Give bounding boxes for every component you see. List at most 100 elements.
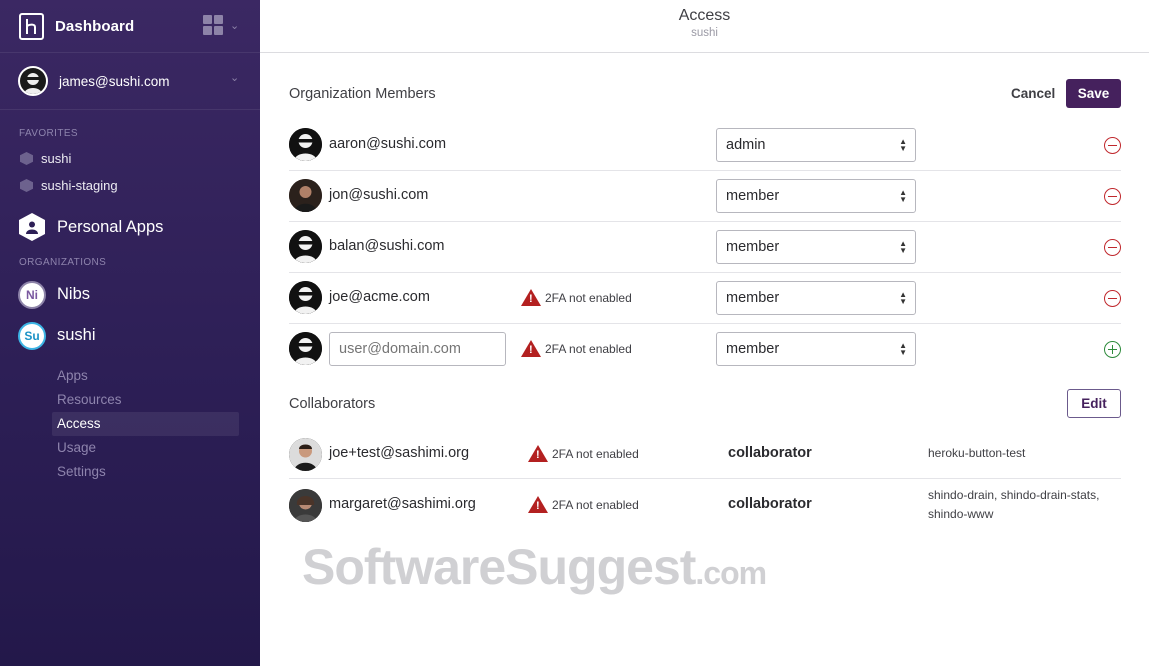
role-select[interactable]: member ▲ ▼ [716, 281, 916, 315]
collaborator-apps: shindo-drain, shindo-drain-stats, shindo… [928, 488, 1100, 521]
role-value: member [726, 290, 780, 306]
page-header: Access sushi [260, 0, 1149, 53]
2fa-warning: ! 2FA not enabled [528, 445, 639, 462]
warning-text: 2FA not enabled [545, 341, 632, 356]
collaborator-email: margaret@sashimi.org [329, 496, 476, 512]
avatar [289, 332, 322, 365]
avatar [289, 179, 322, 212]
2fa-warning: ! 2FA not enabled [521, 340, 632, 357]
sidebar-header: Dashboard ⌄ [0, 0, 260, 53]
chevron-down-icon[interactable]: ⌄ [230, 71, 239, 84]
account-email: james@sushi.com [59, 73, 170, 89]
favorite-item-sushi[interactable]: sushi [0, 145, 260, 172]
avatar [289, 230, 322, 263]
collaborator-row: margaret@sashimi.org ! 2FA not enabled co… [289, 479, 1121, 539]
warning-text: 2FA not enabled [545, 290, 632, 305]
collaborator-role: collaborator [728, 496, 812, 512]
remove-member-icon[interactable] [1104, 137, 1121, 154]
2fa-warning: ! 2FA not enabled [528, 496, 639, 513]
role-select[interactable]: member ▲ ▼ [716, 179, 916, 213]
remove-member-icon[interactable] [1104, 290, 1121, 307]
select-arrows-icon: ▲ ▼ [899, 341, 907, 357]
collaborator-row: joe+test@sashimi.org ! 2FA not enabled co… [289, 428, 1121, 479]
chevron-down-icon[interactable]: ⌄ [230, 19, 239, 32]
favorite-label: sushi [41, 151, 72, 166]
dashboard-title[interactable]: Dashboard [55, 18, 134, 35]
select-arrows-icon: ▲ ▼ [899, 188, 907, 204]
select-arrows-icon: ▲ ▼ [899, 290, 907, 306]
cancel-button[interactable]: Cancel [1011, 86, 1055, 101]
page-title: Access [678, 7, 731, 24]
add-member-icon[interactable] [1104, 341, 1121, 358]
account-switcher[interactable]: james@sushi.com ⌄ [0, 53, 260, 110]
heroku-logo-icon[interactable] [19, 12, 44, 40]
warning-icon: ! [528, 496, 548, 513]
subnav-resources[interactable]: Resources [0, 388, 260, 412]
select-arrows-icon: ▲ ▼ [899, 137, 907, 153]
person-icon [19, 213, 45, 241]
org-badge: Su [18, 321, 46, 350]
member-email: aaron@sushi.com [329, 136, 447, 152]
collaborator-role: collaborator [728, 445, 812, 461]
role-select[interactable]: member ▲ ▼ [716, 230, 916, 264]
org-item-sushi[interactable]: Su sushi [0, 315, 260, 356]
avatar [289, 281, 322, 314]
warning-icon: ! [521, 340, 541, 357]
edit-button[interactable]: Edit [1067, 389, 1121, 418]
avatar [289, 438, 322, 471]
org-badge: Ni [18, 280, 46, 309]
warning-text: 2FA not enabled [552, 446, 639, 461]
member-row: balan@sushi.com member ▲ ▼ [289, 222, 1121, 273]
member-row: aaron@sushi.com admin ▲ ▼ [289, 120, 1121, 171]
app-hex-icon [20, 179, 33, 192]
collaborator-email: joe+test@sashimi.org [329, 445, 470, 461]
collaborator-apps: heroku-button-test [928, 446, 1026, 460]
avatar [18, 66, 48, 96]
subnav-usage[interactable]: Usage [0, 436, 260, 460]
role-value: member [726, 341, 780, 357]
watermark-main: SoftwareSuggest [302, 539, 696, 595]
avatar [289, 128, 322, 161]
remove-member-icon[interactable] [1104, 188, 1121, 205]
org-item-nibs[interactable]: Ni Nibs [0, 274, 260, 315]
personal-apps-link[interactable]: Personal Apps [0, 207, 260, 247]
subnav-settings[interactable]: Settings [0, 460, 260, 484]
member-email: jon@sushi.com [329, 187, 429, 203]
subnav-access[interactable]: Access [52, 412, 239, 436]
role-value: member [726, 239, 780, 255]
favorites-label: FAVORITES [19, 128, 78, 139]
role-select[interactable]: admin ▲ ▼ [716, 128, 916, 162]
save-button[interactable]: Save [1066, 79, 1121, 108]
role-select[interactable]: member ▲ ▼ [716, 332, 916, 366]
sidebar: Dashboard ⌄ james@sushi.com ⌄ FAVORITES … [0, 0, 260, 666]
favorite-item-sushi-staging[interactable]: sushi-staging [0, 172, 260, 199]
role-value: admin [726, 137, 766, 153]
member-row: jon@sushi.com member ▲ ▼ [289, 171, 1121, 222]
apps-grid-icon[interactable] [203, 15, 223, 35]
select-arrows-icon: ▲ ▼ [899, 239, 907, 255]
member-email: balan@sushi.com [329, 238, 445, 254]
org-name: Nibs [57, 285, 91, 303]
2fa-warning: ! 2FA not enabled [521, 289, 632, 306]
personal-apps-label: Personal Apps [57, 217, 164, 236]
subnav-apps[interactable]: Apps [0, 364, 260, 388]
collaborators-title: Collaborators [289, 396, 376, 412]
organizations-label: ORGANIZATIONS [19, 257, 107, 268]
member-email: joe@acme.com [329, 289, 430, 305]
member-row: joe@acme.com ! 2FA not enabled member ▲ ▼ [289, 273, 1121, 324]
warning-icon: ! [521, 289, 541, 306]
remove-member-icon[interactable] [1104, 239, 1121, 256]
watermark-suffix: .com [695, 555, 767, 591]
warning-icon: ! [528, 445, 548, 462]
avatar [289, 489, 322, 522]
org-name: sushi [57, 326, 96, 344]
new-member-row: ! 2FA not enabled member ▲▼ [289, 324, 1121, 375]
role-value: member [726, 188, 780, 204]
warning-text: 2FA not enabled [552, 497, 639, 512]
app-hex-icon [20, 152, 33, 165]
page-subtitle: sushi [691, 27, 718, 39]
org-members-title: Organization Members [289, 86, 436, 102]
new-member-email-input[interactable] [329, 332, 506, 366]
watermark: SoftwareSuggest.com [302, 538, 767, 596]
org-subnav: Apps Resources Access Usage Settings [0, 364, 260, 484]
